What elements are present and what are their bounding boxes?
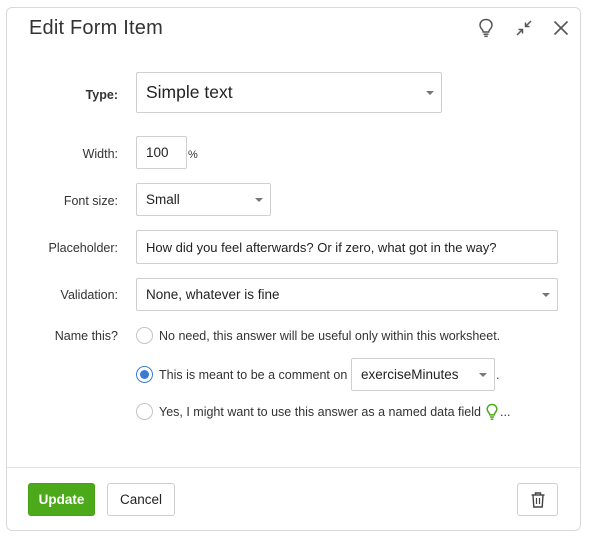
close-icon[interactable] [549, 16, 573, 40]
cancel-button[interactable]: Cancel [107, 483, 175, 516]
trash-icon [531, 491, 544, 508]
radio-named-field[interactable] [136, 403, 153, 420]
font-size-label: Font size: [63, 194, 118, 208]
type-select[interactable]: Simple text [136, 72, 442, 113]
width-input-value: 100 [146, 145, 169, 160]
radio-no-need-label: No need, this answer will be useful only… [159, 329, 501, 343]
width-unit: % [188, 149, 198, 161]
named-field-suffix: ... [500, 405, 511, 419]
delete-button[interactable] [517, 483, 558, 516]
placeholder-label: Placeholder: [48, 241, 119, 255]
dialog-title: Edit Form Item [29, 17, 163, 39]
font-size-select[interactable]: Small [136, 183, 271, 216]
chevron-down-icon [426, 90, 434, 95]
type-label: Type: [85, 88, 118, 102]
radio-comment-on-label: This is meant to be a comment on [159, 368, 348, 382]
name-this-label: Name this? [54, 329, 118, 343]
comment-target-select-value: exerciseMinutes [361, 367, 459, 382]
validation-select[interactable]: None, whatever is fine [136, 278, 558, 311]
placeholder-input[interactable]: How did you feel afterwards? Or if zero,… [136, 230, 558, 264]
radio-comment-on[interactable] [136, 366, 153, 383]
collapse-arrows-icon[interactable] [512, 16, 536, 40]
placeholder-input-value: How did you feel afterwards? Or if zero,… [146, 239, 497, 255]
chevron-down-icon [479, 372, 487, 377]
radio-no-need[interactable] [136, 327, 153, 344]
chevron-down-icon [542, 292, 550, 297]
validation-select-value: None, whatever is fine [146, 287, 280, 302]
width-input[interactable]: 100 [136, 136, 187, 169]
comment-suffix: . [496, 368, 500, 382]
validation-label: Validation: [60, 288, 118, 302]
radio-named-field-label: Yes, I might want to use this answer as … [159, 405, 481, 419]
width-label: Width: [82, 147, 118, 161]
comment-target-select[interactable]: exerciseMinutes [351, 358, 495, 391]
type-select-value: Simple text [146, 82, 233, 102]
chevron-down-icon [255, 197, 263, 202]
lightbulb-icon[interactable] [474, 16, 498, 40]
update-button[interactable]: Update [28, 483, 95, 516]
edit-form-item-dialog: Edit Form Item Type: Simple text Width: … [6, 7, 581, 531]
lightbulb-hint-icon[interactable] [485, 403, 499, 426]
font-size-select-value: Small [146, 192, 180, 207]
footer-divider [7, 467, 580, 468]
